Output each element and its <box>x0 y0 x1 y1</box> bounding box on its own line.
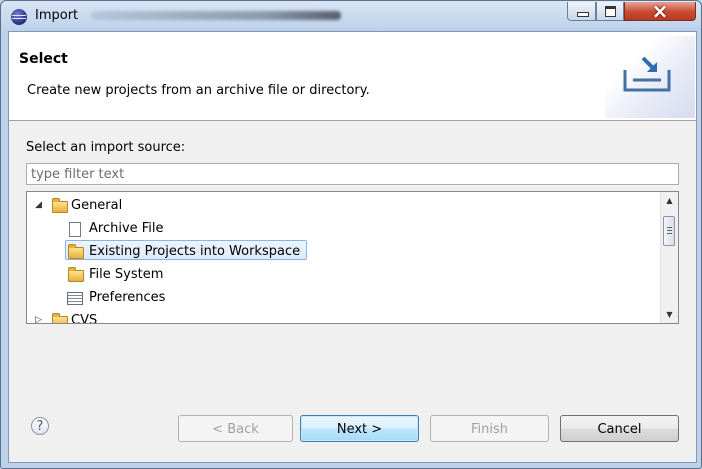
next-button[interactable]: Next > <box>300 415 419 442</box>
page-description: Create new projects from an archive file… <box>27 83 370 98</box>
page-title: Select <box>19 51 68 67</box>
import-source-label: Select an import source: <box>26 140 186 155</box>
help-button[interactable]: ? <box>31 417 49 435</box>
import-wizard-icon <box>623 56 671 92</box>
window-title: Import <box>35 8 79 23</box>
tree-item-label: File System <box>89 267 164 282</box>
minimize-button[interactable] <box>567 2 596 21</box>
cancel-button[interactable]: Cancel <box>560 415 679 442</box>
project-folder-icon <box>68 244 84 259</box>
preferences-icon <box>67 292 83 305</box>
tree-item-label: Existing Projects into Workspace <box>89 244 301 259</box>
tree-item-label: Archive File <box>89 221 164 236</box>
wizard-header: Select Create new projects from an archi… <box>9 32 696 121</box>
expand-arrow-icon[interactable]: ▷ <box>35 310 42 323</box>
tree-item-label: Preferences <box>89 290 166 305</box>
archive-file-icon <box>69 222 81 237</box>
folder-icon <box>52 313 68 323</box>
vertical-scrollbar[interactable]: ▲ ▼ <box>660 192 678 323</box>
folder-open-icon <box>52 198 68 213</box>
blurred-title-text <box>91 11 341 20</box>
maximize-button[interactable] <box>596 2 624 21</box>
tree-item-label: General <box>71 198 123 213</box>
dialog-body: Select Create new projects from an archi… <box>8 31 697 463</box>
collapse-arrow-icon[interactable]: ◢ <box>35 195 42 216</box>
filter-input[interactable] <box>26 163 679 185</box>
import-source-tree[interactable]: ◢ General Archive File Existing Projects… <box>26 191 679 324</box>
title-bar[interactable]: Import <box>1 1 701 31</box>
scroll-thumb[interactable] <box>663 216 675 246</box>
folder-icon <box>68 267 84 282</box>
back-button[interactable]: < Back <box>178 415 293 442</box>
eclipse-icon <box>11 9 27 25</box>
tree-item-label: CVS <box>71 313 98 324</box>
scroll-up-arrow-icon[interactable]: ▲ <box>661 192 678 209</box>
finish-button[interactable]: Finish <box>430 415 549 442</box>
close-button[interactable] <box>624 1 696 23</box>
scroll-down-arrow-icon[interactable]: ▼ <box>661 306 678 323</box>
import-dialog: Import Select Create new projects from a… <box>0 0 702 469</box>
